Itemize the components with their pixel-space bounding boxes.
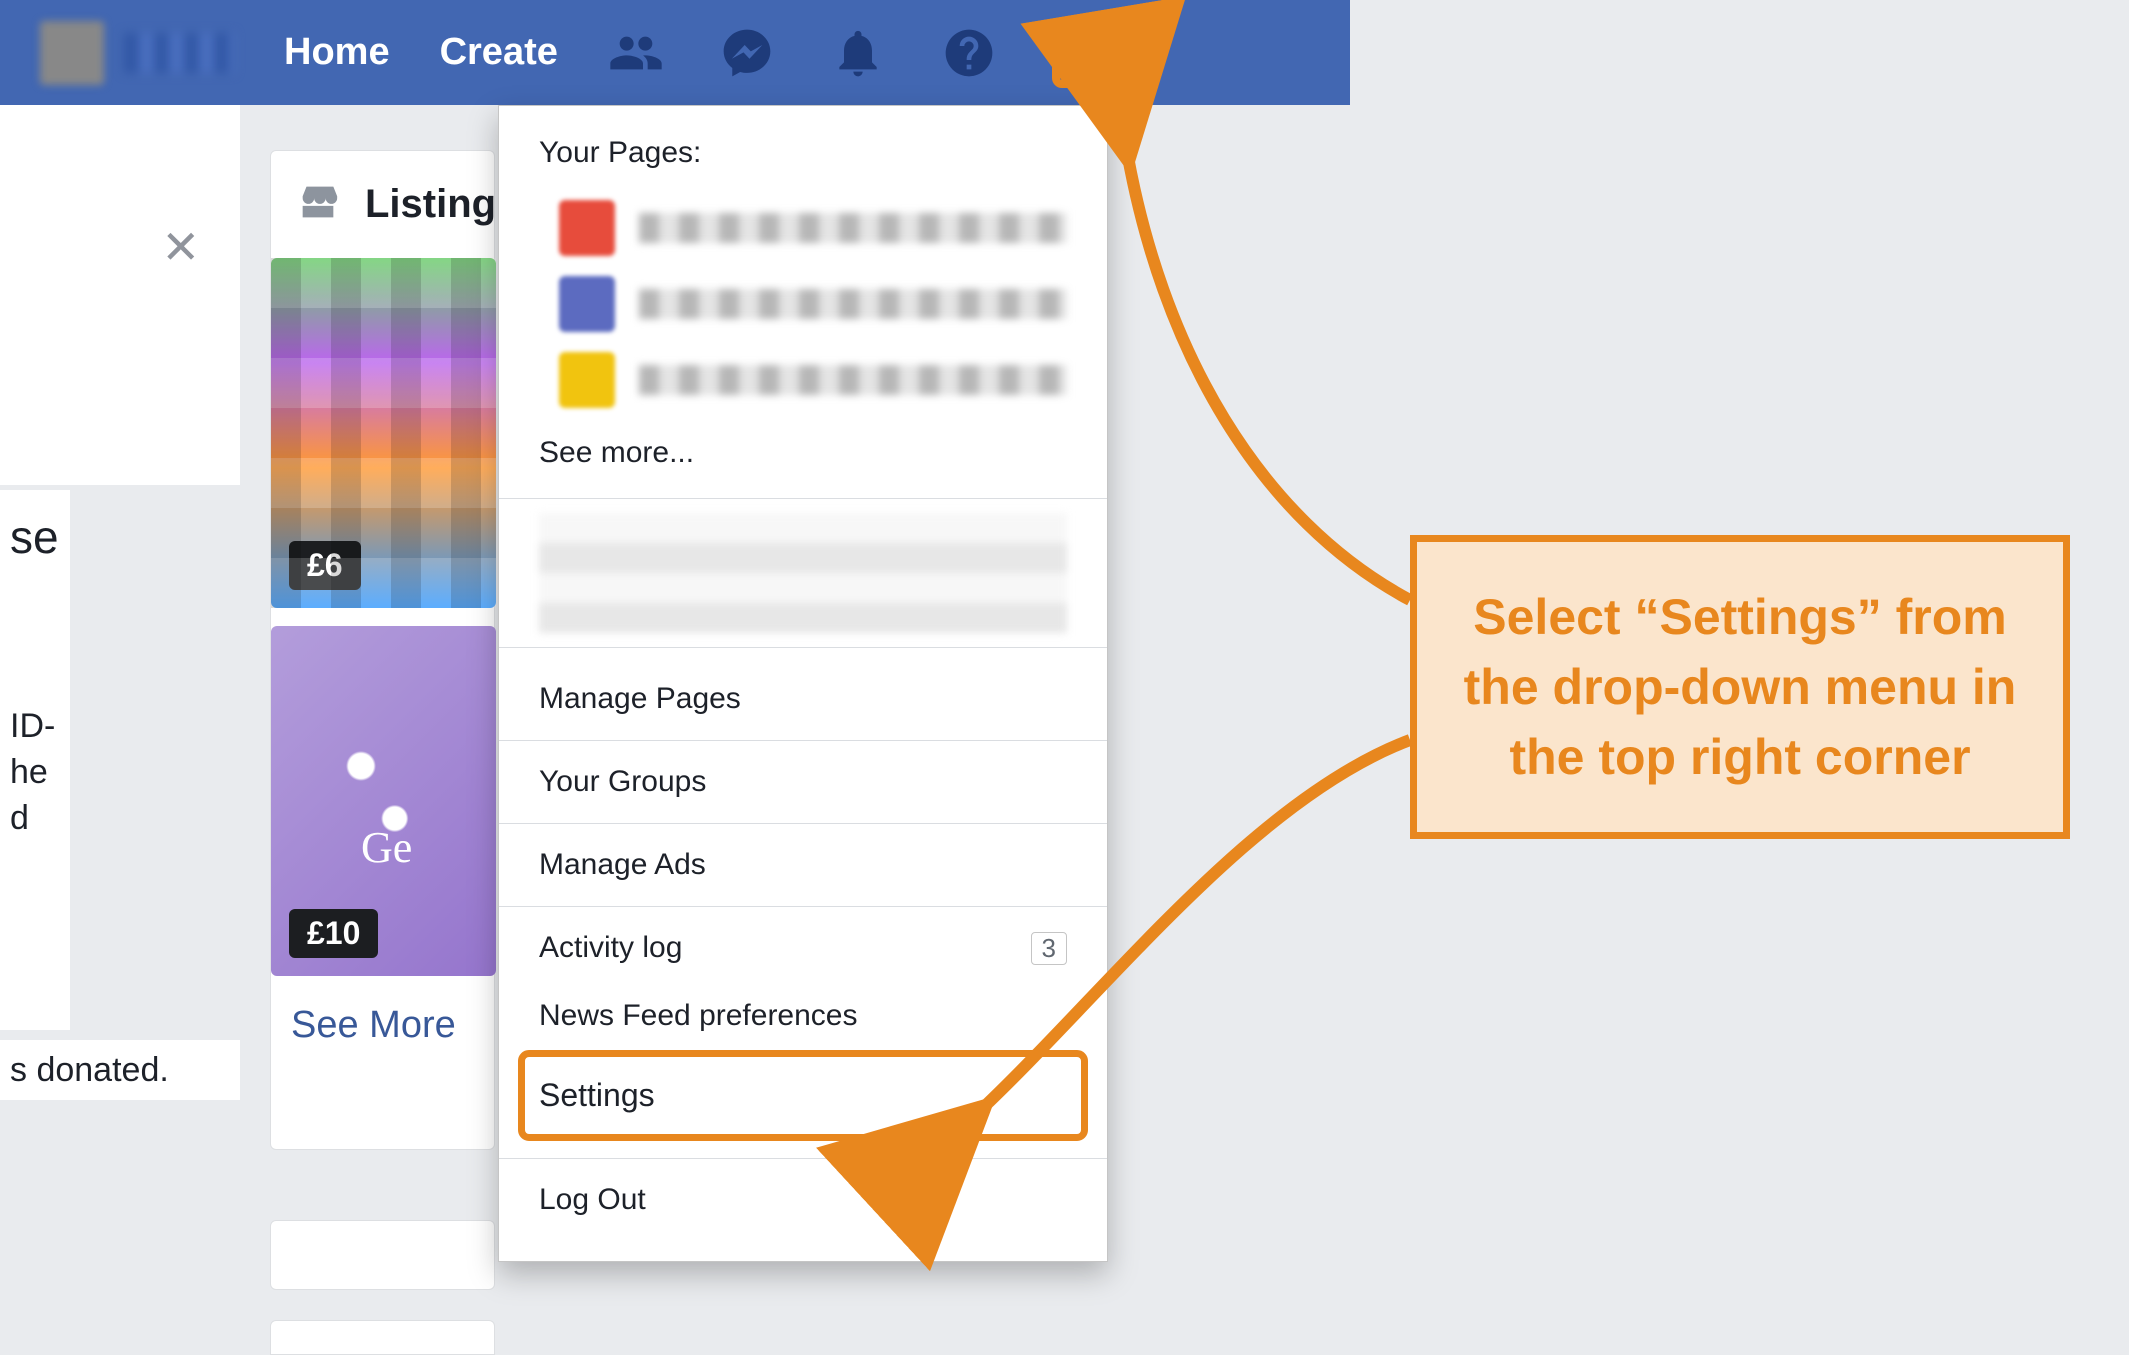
truncated-text: ID- he d [10,704,60,842]
listing-price-2: £10 [289,909,378,958]
notifications-icon[interactable] [830,25,886,81]
listing-header: Listing [271,151,494,258]
dropdown-news-feed-preferences[interactable]: News Feed preferences [499,989,1107,1057]
dropdown-page-item[interactable] [499,342,1107,418]
account-dropdown-trigger[interactable] [1052,18,1122,88]
friends-icon[interactable] [608,25,664,81]
left-panel-mid: se ID- he d [0,490,70,1030]
dropdown-settings[interactable]: Settings [525,1057,1081,1134]
card-placeholder-2 [270,1320,495,1355]
messenger-icon[interactable] [719,25,775,81]
annotation-callout: Select “Settings” from the drop-down men… [1410,535,2070,839]
left-panel-bottom: s donated. [0,1040,240,1100]
listing-thumbnail-1[interactable]: £6 [271,258,496,608]
listing-title: Listing [365,182,496,227]
profile-name-redacted[interactable] [124,33,234,73]
left-panel-top: ✕ [0,105,240,485]
dropdown-your-groups[interactable]: Your Groups [499,740,1107,823]
close-icon[interactable]: ✕ [161,220,200,274]
dropdown-log-out[interactable]: Log Out [499,1158,1107,1241]
nav-home[interactable]: Home [284,31,390,74]
dropdown-group-redacted[interactable] [539,513,1067,633]
top-bar: Home Create [0,0,1350,105]
dropdown-activity-log[interactable]: Activity log 3 [499,906,1107,989]
dropdown-page-item[interactable] [499,266,1107,342]
listing-price-1: £6 [289,541,361,590]
listing-see-more-link[interactable]: See More [271,976,494,1075]
listing-thumbnail-2[interactable]: Ge £10 [271,626,496,976]
activity-count-badge: 3 [1031,932,1067,965]
truncated-heading: se [10,510,60,564]
profile-avatar[interactable] [40,21,104,85]
dropdown-page-item[interactable] [499,190,1107,266]
truncated-donated-text: s donated. [10,1051,169,1090]
dropdown-your-pages-label: Your Pages: [499,106,1107,190]
nav-icon-cluster [608,18,1122,88]
help-icon[interactable] [941,25,997,81]
marketplace-listing-card: Listing £6 Ge £10 See More [270,150,495,1150]
account-dropdown-menu: Your Pages: See more... Manage Pages You… [498,105,1108,1262]
card-placeholder-1 [270,1220,495,1290]
store-icon [291,179,345,230]
dropdown-see-more-pages[interactable]: See more... [499,418,1107,488]
nav-create[interactable]: Create [440,31,558,74]
dropdown-manage-pages[interactable]: Manage Pages [499,658,1107,740]
dropdown-manage-ads[interactable]: Manage Ads [499,823,1107,906]
